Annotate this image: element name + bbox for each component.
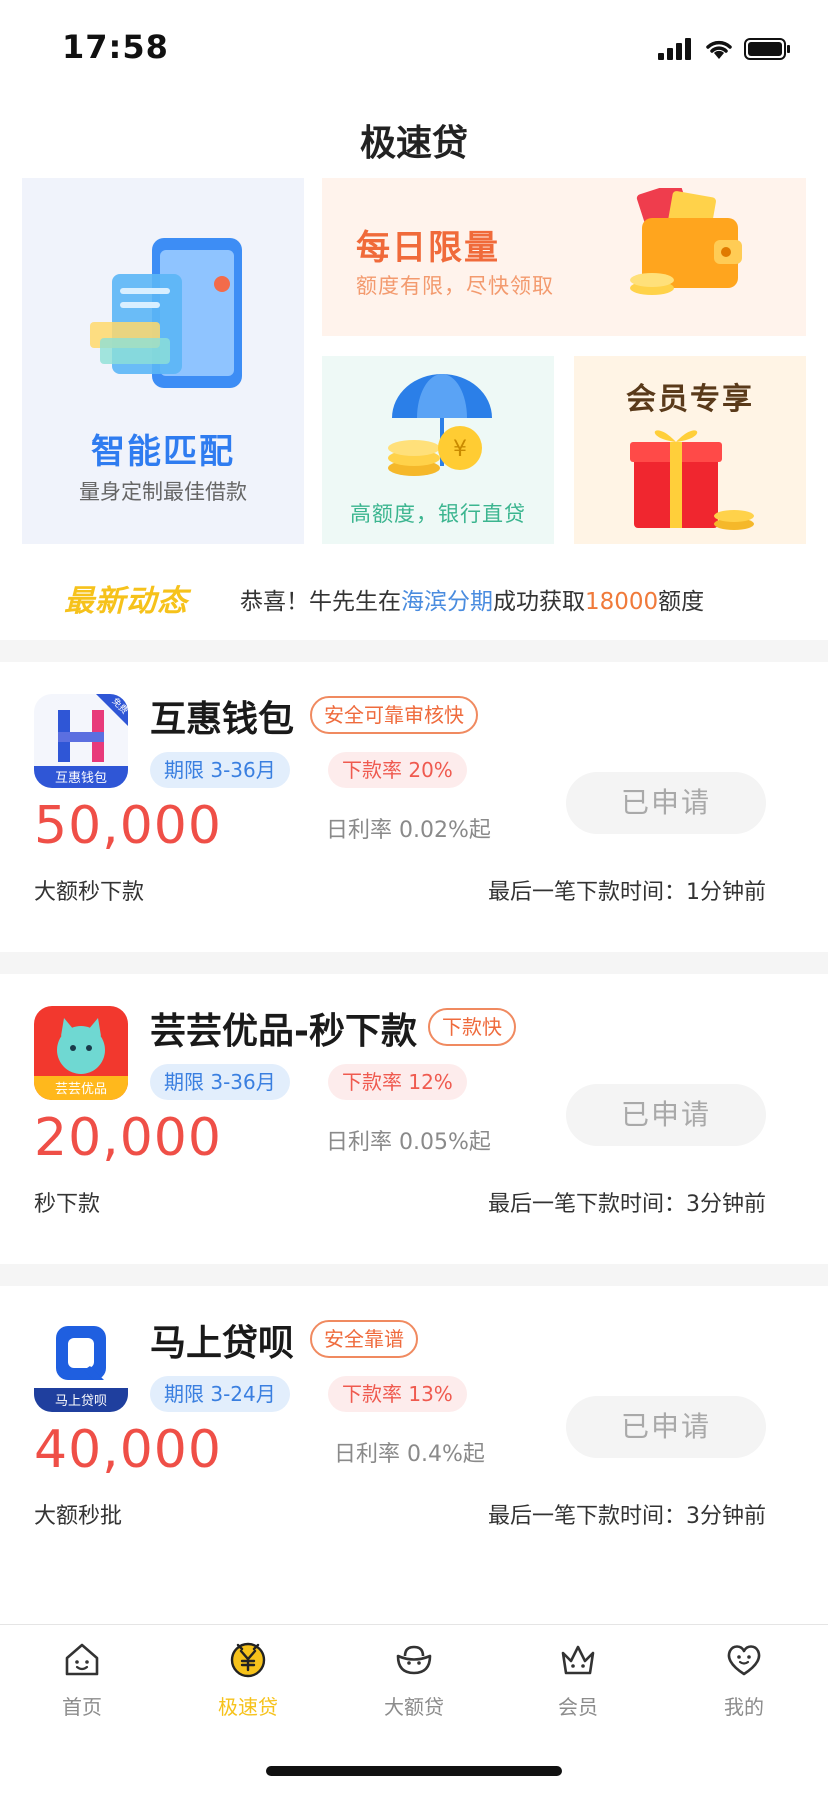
section-divider: [0, 952, 828, 974]
gift-box-illustration: [630, 430, 754, 530]
tab-label: 首页: [62, 1695, 102, 1719]
status-icons: [658, 36, 792, 62]
page-title: 极速贷: [359, 123, 468, 164]
loan-name: 互惠钱包: [150, 699, 295, 740]
news-suffix: 额度: [658, 589, 705, 615]
loan-pass-rate: 下款率 12%: [328, 1064, 467, 1100]
loan-logo: 互惠钱包 免费: [34, 694, 128, 788]
loan-card[interactable]: 互惠钱包 免费 互惠钱包 安全可靠审核快 期限 3-36月 下款率 20% 50…: [0, 662, 828, 912]
loan-name: 马上贷呗: [150, 1323, 295, 1364]
daily-limit-banner[interactable]: 每日限量 额度有限，尽快领取: [322, 178, 806, 336]
wifi-icon: [706, 40, 732, 59]
daily-limit-title: 每日限量: [356, 228, 500, 268]
svg-text:¥: ¥: [453, 437, 467, 462]
home-indicator: [266, 1766, 562, 1776]
bank-direct-banner[interactable]: ¥ 高额度，银行直贷: [322, 356, 554, 544]
home-icon: [65, 1643, 99, 1676]
loan-logo-text: 芸芸优品: [55, 1081, 107, 1097]
loan-term: 期限 3-24月: [150, 1376, 290, 1412]
loan-logo-text: 互惠钱包: [55, 771, 107, 786]
loan-badge: 安全可靠审核快: [310, 696, 478, 734]
news-amount: 18000: [585, 589, 659, 615]
tab-large-loan[interactable]: 大额贷: [354, 1639, 474, 1749]
umbrella-coins-illustration: ¥: [388, 374, 492, 476]
news-tag: 最新动态: [64, 584, 188, 619]
loan-badge: 安全靠谱: [310, 1320, 418, 1358]
smart-match-subtitle: 量身定制最佳借款: [79, 480, 247, 504]
smart-match-title: 智能匹配: [91, 432, 235, 472]
loan-pass-rate: 下款率 20%: [328, 752, 467, 788]
applied-button[interactable]: 已申请: [566, 772, 766, 834]
phone-cards-illustration: [90, 238, 242, 388]
heart-face-icon: [727, 1645, 761, 1676]
loan-description: 大额秒下款: [34, 880, 145, 905]
loan-last-disbursement: 最后一笔下款时间：3分钟前: [488, 1192, 766, 1217]
loan-description: 大额秒批: [34, 1504, 123, 1529]
loan-amount: 20,000: [34, 1108, 222, 1168]
loan-badge: 下款快: [428, 1008, 516, 1046]
news-middle: 成功获取: [493, 589, 585, 615]
loan-amount: 40,000: [34, 1420, 222, 1480]
loan-name: 芸芸优品-秒下款: [150, 1011, 417, 1052]
ingot-icon: [396, 1645, 432, 1675]
news-message: 恭喜！牛先生在海滨分期成功获取18000额度: [240, 582, 704, 616]
tab-label: 会员: [558, 1695, 598, 1719]
news-prefix: 恭喜！牛先生在: [240, 589, 401, 615]
bank-direct-subtitle: 高额度，银行直贷: [350, 502, 526, 526]
wallet-coins-illustration: [630, 188, 742, 295]
applied-button[interactable]: 已申请: [566, 1396, 766, 1458]
tab-mine[interactable]: 我的: [684, 1639, 804, 1749]
loan-term: 期限 3-36月: [150, 1064, 290, 1100]
loan-card[interactable]: 马上贷呗 马上贷呗 安全靠谱 期限 3-24月 下款率 13% 40,000 日…: [0, 1286, 828, 1536]
loan-logo: 芸芸优品: [34, 1006, 128, 1100]
applied-button[interactable]: 已申请: [566, 1084, 766, 1146]
loan-last-disbursement: 最后一笔下款时间：3分钟前: [488, 1504, 766, 1529]
news-product: 海滨分期: [401, 589, 493, 615]
status-bar: 17:58: [0, 0, 828, 90]
vip-exclusive-title: 会员专享: [626, 382, 754, 417]
news-ticker[interactable]: 最新动态 恭喜！牛先生在海滨分期成功获取18000额度: [0, 570, 828, 620]
yen-coin-icon: [230, 1642, 266, 1678]
loan-pass-rate: 下款率 13%: [328, 1376, 467, 1412]
loan-daily-rate: 日利率 0.02%起: [326, 818, 491, 843]
loan-daily-rate: 日利率 0.05%起: [326, 1130, 491, 1155]
tab-member[interactable]: 会员: [518, 1639, 638, 1749]
tab-home[interactable]: 首页: [22, 1639, 142, 1749]
smart-match-banner[interactable]: 智能匹配 量身定制最佳借款: [22, 178, 304, 544]
tab-express-loan[interactable]: 极速贷: [188, 1639, 308, 1749]
status-time: 17:58: [62, 28, 169, 66]
loan-daily-rate: 日利率 0.4%起: [334, 1442, 485, 1467]
loan-last-disbursement: 最后一笔下款时间：1分钟前: [488, 880, 766, 905]
vip-exclusive-banner[interactable]: 会员专享: [574, 356, 806, 544]
tab-label: 极速贷: [218, 1695, 278, 1719]
loan-term: 期限 3-36月: [150, 752, 290, 788]
cellular-signal-icon: [658, 38, 691, 60]
loan-amount: 50,000: [34, 796, 222, 856]
section-divider: [0, 1264, 828, 1286]
loan-logo: 马上贷呗: [34, 1318, 128, 1412]
loan-description: 秒下款: [34, 1192, 101, 1217]
daily-limit-subtitle: 额度有限，尽快领取: [356, 274, 554, 298]
crown-icon: [561, 1645, 595, 1675]
battery-icon: [744, 38, 790, 60]
loan-logo-text: 马上贷呗: [55, 1394, 107, 1409]
loan-card[interactable]: 芸芸优品 芸芸优品-秒下款 下款快 期限 3-36月 下款率 12% 20,00…: [0, 974, 828, 1224]
tab-label: 大额贷: [384, 1695, 444, 1719]
section-divider: [0, 640, 828, 662]
tab-label: 我的: [724, 1695, 764, 1719]
